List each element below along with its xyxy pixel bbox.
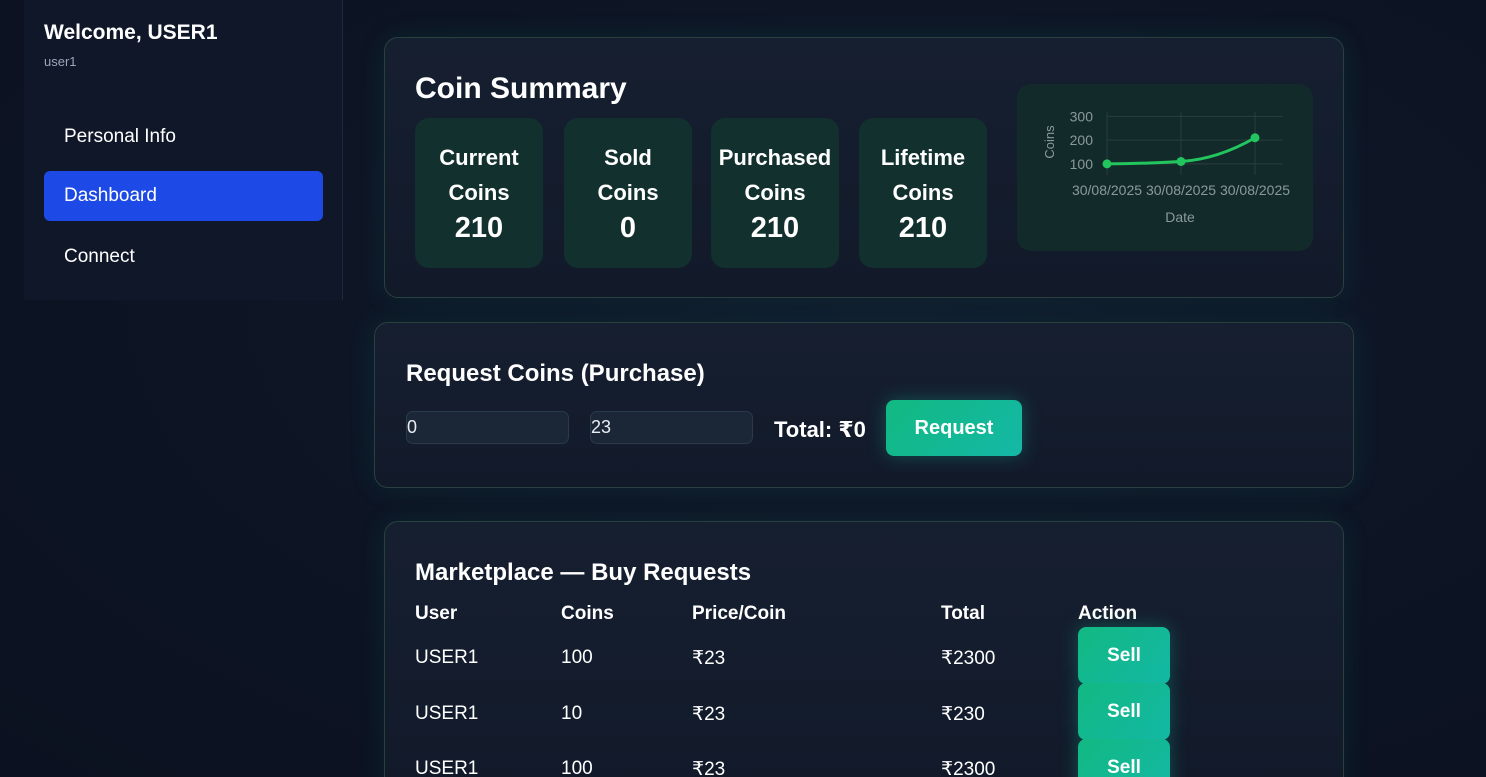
stat-label: Sold Coins bbox=[597, 145, 659, 205]
stat-purchased-coins: Purchased Coins 210 bbox=[711, 118, 839, 268]
y-axis-label: Coins bbox=[1042, 125, 1057, 159]
data-point bbox=[1102, 159, 1112, 169]
cell-user: USER1 bbox=[415, 647, 479, 668]
column-header-action: Action bbox=[1078, 603, 1138, 624]
stat-label: Purchased Coins bbox=[718, 145, 832, 205]
cell-coins: 10 bbox=[561, 703, 583, 724]
cell-price: ₹23 bbox=[692, 704, 726, 725]
request-coins-title: Request Coins (Purchase) bbox=[406, 360, 705, 387]
cell-total: ₹2300 bbox=[941, 759, 996, 777]
x-tick-label: 30/08/2025 bbox=[1072, 182, 1142, 198]
column-header-coins: Coins bbox=[561, 603, 614, 624]
cell-total: ₹2300 bbox=[941, 648, 996, 669]
coins-chart: 100 200 300 30/08/2025 30/08/2025 30/08/2025 D… bbox=[1017, 84, 1313, 251]
cell-user: USER1 bbox=[415, 703, 479, 724]
x-tick-label: 30/08/2025 bbox=[1220, 182, 1290, 198]
marketplace-card: Marketplace — Buy Requests User Coins Pr… bbox=[384, 521, 1344, 777]
sell-button[interactable]: Sell bbox=[1078, 683, 1170, 740]
coins-chart-svg: 10020030030/08/2025 30/08/2025 30/08/2025D… bbox=[1042, 108, 1290, 225]
column-header-user: User bbox=[415, 603, 458, 624]
coin-summary-card: Coin Summary Current Coins 210 Sold Coin… bbox=[384, 37, 1344, 298]
cell-price: ₹23 bbox=[692, 759, 726, 777]
x-axis-label: Date bbox=[1165, 209, 1195, 225]
stat-value: 0 bbox=[619, 212, 637, 244]
data-point bbox=[1176, 157, 1186, 166]
stat-value: 210 bbox=[750, 212, 800, 244]
request-total: Total: ₹0 bbox=[774, 417, 866, 442]
stat-value: 210 bbox=[454, 212, 504, 244]
y-tick-label: 100 bbox=[1070, 156, 1094, 172]
data-point bbox=[1250, 133, 1260, 143]
coins-amount-input[interactable] bbox=[406, 411, 569, 444]
price-per-coin-input[interactable] bbox=[590, 411, 753, 444]
marketplace-title: Marketplace — Buy Requests bbox=[415, 559, 752, 586]
username-label: user1 bbox=[44, 54, 77, 69]
cell-price: ₹23 bbox=[692, 648, 726, 669]
y-tick-label: 200 bbox=[1070, 132, 1094, 148]
column-header-total: Total bbox=[941, 603, 985, 624]
welcome-heading: Welcome, USER1 bbox=[44, 21, 218, 44]
stat-label: Current Coins bbox=[439, 145, 519, 205]
request-coins-card: Request Coins (Purchase) Total: ₹0 Reque… bbox=[374, 322, 1354, 488]
sell-button[interactable]: Sell bbox=[1078, 627, 1170, 684]
cell-coins: 100 bbox=[561, 647, 593, 668]
cell-total: ₹230 bbox=[941, 704, 985, 725]
request-button[interactable]: Request bbox=[886, 400, 1022, 456]
dashboard-page: Welcome, USER1 user1 Personal Info Dashb… bbox=[0, 0, 1486, 777]
stat-value: 210 bbox=[898, 212, 948, 244]
sidebar-item-personal-info[interactable]: Personal Info bbox=[44, 112, 323, 162]
coin-summary-title: Coin Summary bbox=[415, 72, 627, 105]
sell-button[interactable]: Sell bbox=[1078, 739, 1170, 777]
cell-user: USER1 bbox=[415, 758, 479, 777]
stat-sold-coins: Sold Coins 0 bbox=[564, 118, 692, 268]
sidebar-item-connect[interactable]: Connect bbox=[44, 232, 323, 282]
stat-lifetime-coins: Lifetime Coins 210 bbox=[859, 118, 987, 268]
sidebar-item-dashboard[interactable]: Dashboard bbox=[44, 171, 323, 221]
sidebar: Welcome, USER1 user1 Personal Info Dashb… bbox=[24, 0, 343, 300]
cell-coins: 100 bbox=[561, 758, 593, 777]
stat-label: Lifetime Coins bbox=[880, 145, 966, 205]
stat-current-coins: Current Coins 210 bbox=[415, 118, 543, 268]
column-header-price: Price/Coin bbox=[692, 603, 786, 624]
y-tick-label: 300 bbox=[1070, 108, 1094, 124]
x-tick-label: 30/08/2025 bbox=[1146, 182, 1216, 198]
